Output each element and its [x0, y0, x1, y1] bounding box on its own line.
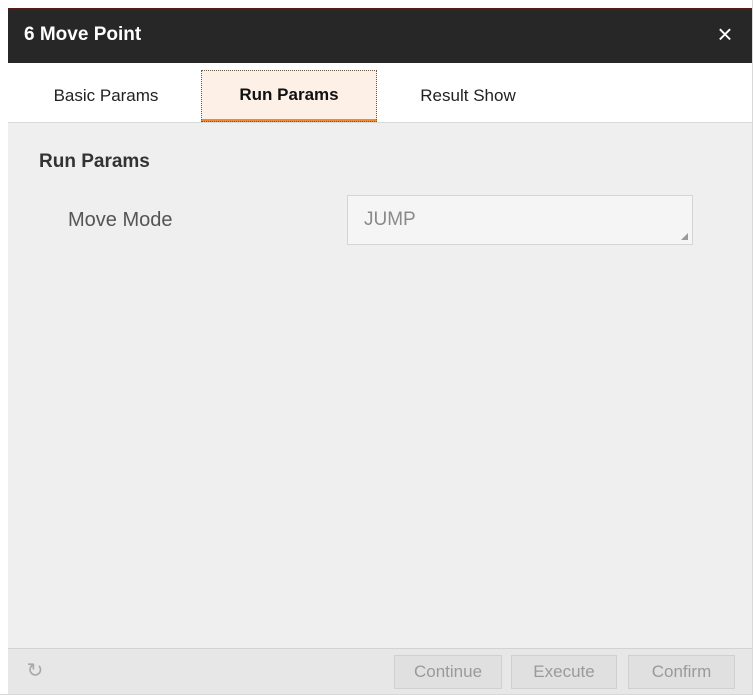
tab-bar: Basic Params Run Params Result Show: [8, 63, 752, 123]
move-point-dialog: 6 Move Point × Basic Params Run Params R…: [0, 0, 753, 695]
tab-basic-params[interactable]: Basic Params: [36, 70, 176, 122]
confirm-button[interactable]: Confirm: [628, 655, 735, 689]
dropdown-corner-icon: [681, 233, 688, 240]
refresh-icon[interactable]: ↻: [24, 660, 46, 682]
move-mode-select[interactable]: JUMP: [347, 195, 693, 245]
close-icon[interactable]: ×: [710, 19, 740, 49]
section-title: Run Params: [39, 151, 150, 172]
continue-button[interactable]: Continue: [394, 655, 502, 689]
tab-result-show[interactable]: Result Show: [398, 70, 538, 122]
dialog-footer: ↻ Continue Execute Confirm: [8, 648, 752, 694]
tab-run-params[interactable]: Run Params: [201, 70, 377, 122]
move-mode-value: JUMP: [364, 209, 416, 230]
dialog-titlebar: 6 Move Point ×: [8, 8, 752, 63]
move-mode-label: Move Mode: [68, 209, 173, 231]
run-params-panel: Run Params Move Mode JUMP: [8, 123, 752, 648]
dialog-title: 6 Move Point: [24, 24, 142, 45]
execute-button[interactable]: Execute: [511, 655, 617, 689]
